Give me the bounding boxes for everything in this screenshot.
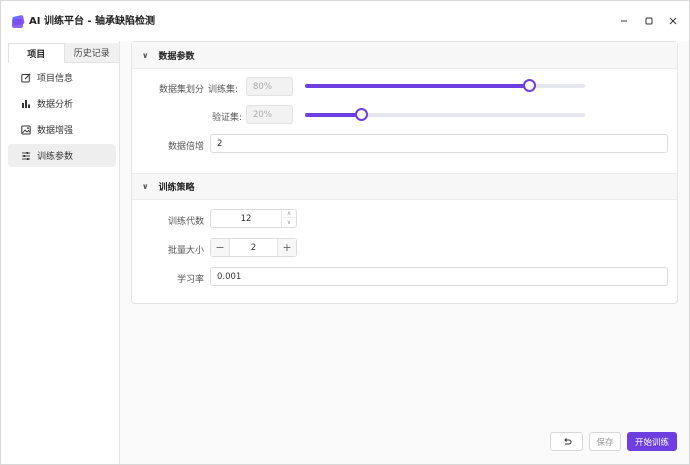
batch-value: 2 — [229, 239, 278, 256]
sidebar-item-data-augment[interactable]: 数据增强 — [8, 118, 116, 141]
epochs-label: 训练代数 — [167, 217, 204, 227]
val-slider-handle[interactable] — [355, 108, 368, 121]
epochs-value: 12 — [240, 213, 252, 224]
lr-input[interactable]: 0.001 — [210, 267, 668, 286]
minimize-icon — [621, 20, 627, 22]
chevron-up-icon[interactable]: ∧ — [282, 210, 296, 218]
batch-label: 批量大小 — [167, 246, 204, 256]
sidebar-item-data-analysis[interactable]: 数据分析 — [8, 92, 116, 115]
undo-icon — [563, 437, 571, 444]
sidebar-item-label: 项目信息 — [37, 74, 74, 84]
multiplier-input[interactable]: 2 — [210, 134, 668, 153]
undo-button[interactable] — [550, 432, 583, 451]
val-slider[interactable] — [305, 108, 585, 121]
sidebar: 项目 历史记录 项目信息 数据分析 数据增强 训练参数 — [1, 41, 120, 464]
val-slider-fill — [305, 113, 361, 117]
sidebar-item-label: 数据增强 — [37, 126, 74, 136]
epochs-spinbox[interactable]: 12 ∧ ∨ — [210, 209, 297, 228]
minus-icon[interactable]: − — [211, 239, 229, 256]
plus-icon[interactable]: + — [278, 239, 296, 256]
sidebar-item-train-params[interactable]: 训练参数 — [8, 144, 116, 167]
close-button[interactable] — [665, 13, 681, 29]
window-title: AI 训练平台 - 轴承缺陷检测 — [29, 16, 156, 27]
train-percent-field: 80% — [246, 77, 293, 96]
section-title: 训练策略 — [158, 183, 195, 193]
val-percent-field: 20% — [246, 105, 293, 124]
tab-history[interactable]: 历史记录 — [64, 43, 119, 63]
edit-icon — [21, 73, 31, 82]
sidebar-item-project-info[interactable]: 项目信息 — [8, 66, 116, 89]
bar-chart-icon — [22, 99, 30, 108]
split-label: 数据集划分 — [158, 85, 204, 95]
close-icon — [669, 17, 677, 25]
app-logo-icon — [12, 15, 25, 28]
multiplier-label: 数据倍增 — [167, 142, 204, 152]
batch-stepper[interactable]: − 2 + — [210, 238, 297, 257]
sidebar-tabs: 项目 历史记录 — [8, 43, 119, 63]
train-slider[interactable] — [305, 79, 585, 92]
start-training-button[interactable]: 开始训练 — [627, 432, 677, 451]
train-slider-fill — [305, 84, 529, 88]
save-button[interactable]: 保存 — [589, 432, 621, 451]
tab-project[interactable]: 项目 — [8, 43, 65, 63]
app-window: AI 训练平台 - 轴承缺陷检测 项目 历史记录 项目信息 数据分析 数据增强 — [0, 0, 690, 465]
train-set-label: 训练集: — [208, 85, 239, 95]
image-icon — [21, 125, 31, 134]
sidebar-item-label: 数据分析 — [37, 100, 74, 110]
sidebar-item-label: 训练参数 — [37, 152, 74, 162]
train-slider-handle[interactable] — [523, 79, 536, 92]
maximize-icon — [645, 17, 653, 25]
lr-label: 学习率 — [176, 275, 204, 285]
params-card: ∨ 数据参数 数据集划分 训练集: 80% 验证集: 20% 数据倍增 2 ∨ … — [131, 41, 678, 304]
main-panel: ∨ 数据参数 数据集划分 训练集: 80% 验证集: 20% 数据倍增 2 ∨ … — [120, 41, 689, 464]
sliders-icon — [22, 151, 30, 160]
section-header-data-params[interactable]: ∨ 数据参数 — [132, 42, 677, 69]
title-bar: AI 训练平台 - 轴承缺陷检测 — [1, 1, 689, 41]
val-set-label: 验证集: — [211, 113, 242, 123]
chevron-down-icon[interactable]: ∨ — [282, 218, 296, 226]
section-title: 数据参数 — [158, 51, 195, 62]
epochs-arrows: ∧ ∨ — [281, 210, 296, 227]
maximize-button[interactable] — [641, 13, 657, 29]
chevron-down-icon: ∨ — [142, 50, 149, 60]
section-header-train-strategy[interactable]: ∨ 训练策略 — [132, 173, 677, 200]
minimize-button[interactable] — [616, 13, 632, 29]
chevron-down-icon: ∨ — [142, 182, 149, 191]
